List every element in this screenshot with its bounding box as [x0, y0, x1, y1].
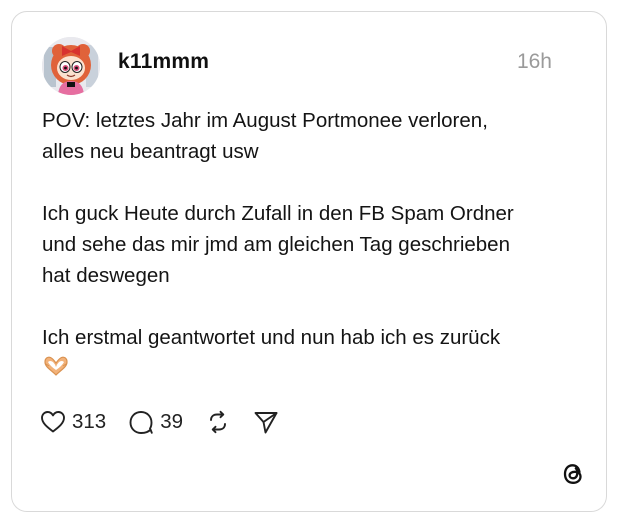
timestamp: 16h [516, 50, 552, 73]
like-button[interactable]: 313 [40, 410, 106, 434]
avatar-image [42, 37, 100, 95]
avatar[interactable] [42, 37, 100, 95]
post-line: Ich erstmal geantwortet und nun hab ich … [42, 326, 501, 349]
username[interactable]: k11mmm [118, 50, 209, 74]
threads-logo-icon[interactable] [558, 459, 588, 489]
post-line: POV: letztes Jahr im August Portmonee ve… [42, 109, 488, 132]
post-line: alles neu beantragt usw [42, 140, 259, 163]
reply-button[interactable]: 39 [128, 409, 183, 435]
repost-button[interactable] [205, 409, 231, 435]
post-text: POV: letztes Jahr im August Portmonee ve… [42, 105, 582, 386]
post-line: Ich guck Heute durch Zufall in den FB Sp… [42, 202, 514, 225]
paper-plane-icon [253, 409, 279, 435]
speech-bubble-icon [128, 409, 154, 435]
post-line: hat deswegen [42, 264, 170, 287]
reply-count: 39 [160, 410, 184, 433]
repost-icon [205, 409, 231, 435]
post-card: k11mmm 16h POV: letztes Jahr im August P… [11, 11, 607, 512]
heart-icon [40, 410, 66, 434]
share-button[interactable] [253, 409, 279, 435]
like-count: 313 [72, 410, 107, 433]
post-line: und sehe das mir jmd am gleichen Tag ges… [42, 233, 510, 256]
heart-hands-emoji-icon [42, 355, 70, 386]
action-bar: 313 39 [40, 406, 279, 438]
